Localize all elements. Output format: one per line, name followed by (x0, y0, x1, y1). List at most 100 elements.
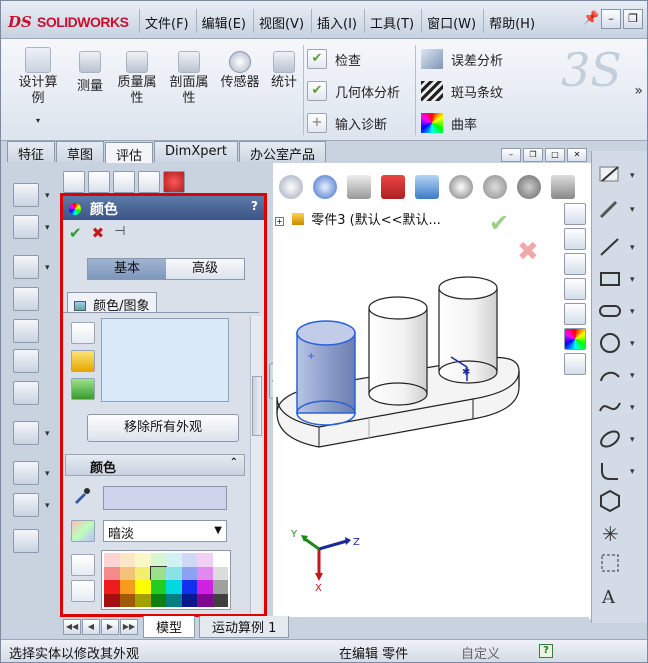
palette-swatch[interactable] (212, 580, 228, 594)
confirmation-ok-icon[interactable]: ✔ (489, 209, 509, 237)
circle-icon[interactable] (596, 329, 624, 357)
palette-swatch[interactable] (119, 553, 135, 567)
statistics-button[interactable]: 统计 (267, 51, 301, 91)
feature-tree-tab-icon[interactable] (63, 171, 85, 193)
polygon-icon[interactable] (596, 487, 624, 515)
last-tab-icon[interactable]: ▶▶ (120, 619, 138, 635)
palette-swatch[interactable] (197, 553, 213, 567)
section-view-icon[interactable] (381, 175, 405, 199)
chamfer-icon[interactable] (13, 287, 39, 311)
color-section-header[interactable]: 颜色 ⌃ (65, 454, 245, 476)
palette-swatch[interactable] (212, 593, 228, 607)
dropdown-arrow-icon[interactable]: ▾ (45, 223, 50, 233)
hide-show-icon[interactable] (483, 175, 507, 199)
property-manager-tab-icon[interactable] (88, 171, 110, 193)
sensor-button[interactable]: 传感器 (217, 51, 263, 91)
mode-advanced-button[interactable]: 高级 (166, 259, 244, 279)
curvature-button[interactable]: 曲率 (421, 113, 477, 133)
extrude-boss-icon[interactable] (13, 183, 39, 207)
design-library-icon[interactable] (564, 253, 586, 275)
menu-help[interactable]: 帮助(H) (483, 9, 540, 33)
palette-swatch[interactable] (150, 553, 166, 567)
palette-swatch[interactable] (119, 580, 135, 594)
doc-maximize-button[interactable]: □ (545, 148, 565, 162)
tab-motion-study[interactable]: 运动算例 1 (199, 616, 290, 638)
minimize-button[interactable]: – (601, 9, 621, 29)
design-study-dropdown-icon[interactable]: ▾ (15, 113, 61, 129)
ribbon-more-icon[interactable]: » (634, 83, 643, 99)
import-diagnostics-button[interactable]: + 输入诊断 (307, 113, 387, 133)
solidworks-logo[interactable]: DS SOLIDWORKS (7, 10, 137, 34)
zoom-to-area-icon[interactable] (313, 175, 337, 199)
menu-tools[interactable]: 工具(T) (364, 9, 419, 33)
rectangle-icon[interactable] (596, 265, 624, 293)
check-icon[interactable]: ✔ (69, 224, 82, 242)
tab-model[interactable]: 模型 (143, 616, 196, 638)
tab-evaluate[interactable]: 评估 (105, 142, 154, 164)
palette-swatch[interactable] (197, 566, 213, 580)
extrude-cut-icon[interactable] (13, 215, 39, 239)
palette-swatch[interactable] (104, 566, 120, 580)
menu-file[interactable]: 文件(F) (139, 9, 194, 33)
remove-all-appearances-button[interactable]: 移除所有外观 (87, 414, 239, 442)
custom-properties-icon[interactable] (564, 353, 586, 375)
menu-insert[interactable]: 插入(I) (311, 9, 362, 33)
palette-swatch[interactable] (135, 553, 151, 567)
dropdown-arrow-icon[interactable]: ▾ (630, 275, 635, 285)
previous-tab-icon[interactable]: ◀ (82, 619, 100, 635)
remove-swatch-icon[interactable] (71, 580, 95, 602)
palette-swatch[interactable] (166, 553, 182, 567)
eyedropper-icon[interactable] (71, 484, 95, 506)
select-face-icon[interactable] (71, 322, 95, 344)
view-orientation-icon[interactable] (415, 175, 439, 199)
select-body-icon[interactable] (71, 378, 95, 400)
tab-sketch[interactable]: 草图 (56, 141, 105, 163)
expand-icon[interactable]: + (275, 217, 284, 226)
line-icon[interactable] (596, 233, 624, 261)
dropdown-arrow-icon[interactable]: ▾ (45, 429, 50, 439)
smart-dimension-icon[interactable] (596, 195, 624, 223)
appearances-icon[interactable] (564, 328, 586, 350)
palette-swatch[interactable] (197, 593, 213, 607)
scene-icon[interactable] (551, 175, 575, 199)
status-custom[interactable]: 自定义 (461, 643, 500, 662)
help-button[interactable]: ? (251, 199, 258, 213)
zoom-to-fit-icon[interactable] (279, 175, 303, 199)
ellipse-icon[interactable] (596, 425, 624, 453)
pushpin-icon[interactable]: ⊣ (114, 224, 125, 242)
palette-swatch[interactable] (104, 593, 120, 607)
display-manager-tab-icon[interactable] (163, 171, 185, 193)
palette-swatch[interactable] (212, 553, 228, 567)
spline-icon[interactable] (596, 393, 624, 421)
current-color-swatch[interactable] (103, 486, 227, 510)
measure-button[interactable]: 测量 (73, 79, 107, 95)
dropdown-arrow-icon[interactable]: ▾ (630, 371, 635, 381)
dropdown-arrow-icon[interactable]: ▾ (630, 467, 635, 477)
shell-icon[interactable] (13, 319, 39, 343)
collapse-icon[interactable]: ⌃ (230, 457, 238, 468)
dropdown-arrow-icon[interactable]: ▾ (45, 469, 50, 479)
palette-swatch[interactable] (104, 553, 120, 567)
palette-swatch[interactable] (166, 566, 182, 580)
dropdown-arrow-icon[interactable]: ▾ (45, 191, 50, 201)
scrollbar-thumb[interactable] (252, 376, 262, 436)
geometry-analysis-button[interactable]: ✔ 几何体分析 (307, 81, 400, 101)
menu-view[interactable]: 视图(V) (252, 9, 309, 33)
palette-swatch[interactable] (181, 553, 197, 567)
part-model-3d[interactable]: + ✱ (273, 263, 591, 503)
add-swatch-icon[interactable] (71, 554, 95, 576)
doc-minimize-button[interactable]: – (501, 148, 521, 162)
palette-swatch[interactable] (119, 566, 135, 580)
palette-swatch[interactable] (150, 593, 166, 607)
first-tab-icon[interactable]: ◀◀ (63, 619, 81, 635)
dropdown-arrow-icon[interactable]: ▾ (630, 307, 635, 317)
tab-dimxpert[interactable]: DimXpert (154, 141, 238, 162)
palette-swatch[interactable] (181, 593, 197, 607)
configuration-tab-icon[interactable] (113, 171, 135, 193)
finish-dropdown[interactable]: 暗淡 ▼ (103, 520, 227, 542)
file-explorer-icon[interactable] (564, 278, 586, 300)
doc-restore-button[interactable]: ❐ (523, 148, 543, 162)
curves-icon[interactable] (13, 493, 39, 517)
palette-swatch[interactable] (181, 580, 197, 594)
view-palette-icon[interactable] (564, 303, 586, 325)
